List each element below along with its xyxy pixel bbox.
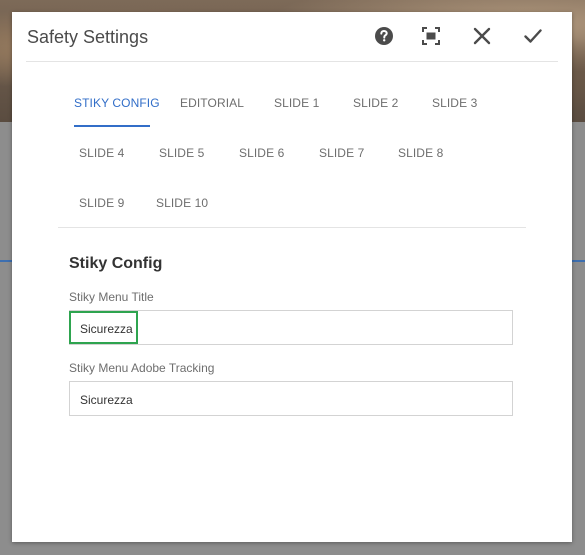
stiky-menu-adobe-tracking-label: Stiky Menu Adobe Tracking [69, 361, 215, 375]
stiky-menu-adobe-tracking-input[interactable]: Sicurezza [69, 381, 513, 416]
tab-slide-7[interactable]: SLIDE 7 [319, 146, 364, 160]
check-icon [524, 29, 542, 43]
confirm-button[interactable] [522, 25, 544, 47]
tab-stiky-config[interactable]: STIKY CONFIG [74, 96, 160, 110]
tab-list: STIKY CONFIG EDITORIAL SLIDE 1 SLIDE 2 S… [58, 82, 526, 228]
tab-editorial[interactable]: EDITORIAL [180, 96, 244, 110]
tab-slide-9[interactable]: SLIDE 9 [79, 196, 124, 210]
background-divider-right [572, 260, 585, 262]
dialog-title: Safety Settings [27, 27, 149, 47]
tab-slide-4[interactable]: SLIDE 4 [79, 146, 124, 160]
tab-slide-6[interactable]: SLIDE 6 [239, 146, 284, 160]
dialog-header: Safety Settings [26, 12, 558, 62]
tab-slide-10[interactable]: SLIDE 10 [156, 196, 208, 210]
stiky-menu-adobe-tracking-value: Sicurezza [80, 393, 133, 407]
fullscreen-button[interactable] [420, 25, 442, 47]
tab-slide-8[interactable]: SLIDE 8 [398, 146, 443, 160]
active-tab-indicator [74, 125, 150, 127]
tab-slide-1[interactable]: SLIDE 1 [274, 96, 319, 110]
tab-slide-5[interactable]: SLIDE 5 [159, 146, 204, 160]
question-circle-icon [375, 27, 393, 45]
help-button[interactable] [373, 25, 395, 47]
background-divider-left [0, 260, 12, 262]
section-title: Stiky Config [69, 255, 163, 272]
safety-settings-dialog: Safety Settings STIKY CONFIG EDITORIAL S… [12, 12, 572, 542]
stiky-menu-title-label: Stiky Menu Title [69, 290, 154, 304]
tab-slide-3[interactable]: SLIDE 3 [432, 96, 477, 110]
close-icon [473, 27, 491, 45]
fullscreen-icon [422, 27, 440, 45]
tab-slide-2[interactable]: SLIDE 2 [353, 96, 398, 110]
focus-highlight-box [69, 311, 138, 344]
close-button[interactable] [471, 25, 493, 47]
